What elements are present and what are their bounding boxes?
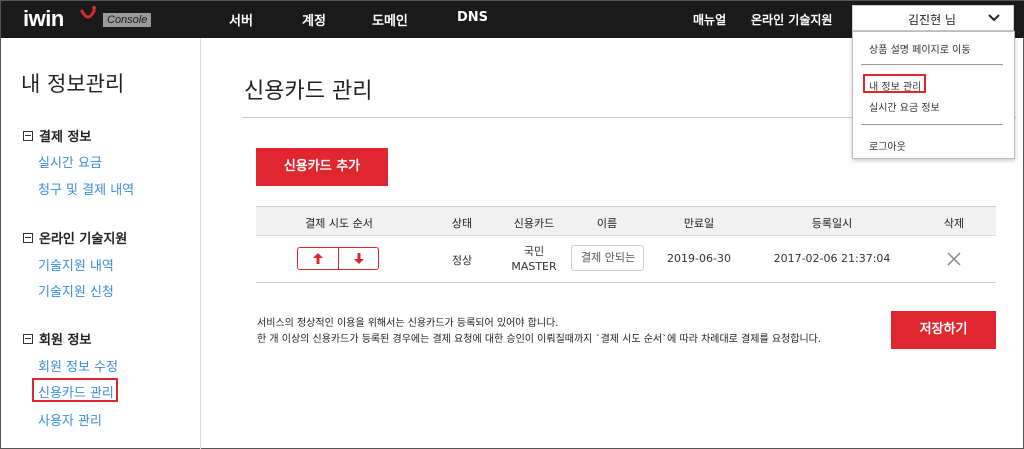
move-up-button[interactable]: [298, 248, 338, 269]
move-down-button[interactable]: [339, 248, 379, 269]
card-registered-at: 2017-02-06 21:37:04: [773, 252, 891, 265]
sidebar-group-member[interactable]: 회원 정보: [23, 329, 91, 348]
card-expiry: 2019-06-30: [667, 252, 731, 265]
nav-account[interactable]: 계정: [302, 10, 326, 29]
collapse-box-icon: [23, 233, 33, 243]
add-card-button[interactable]: 신용카드 추가: [256, 148, 388, 186]
column-header: 등록일시: [811, 217, 853, 230]
card-brand: MASTER: [511, 260, 557, 273]
table-row: 정상 국민 MASTER 결제 안되는 2019-06-30 2017-02-0…: [256, 236, 996, 283]
smile-icon: [80, 6, 96, 19]
sidebar-item-support-request[interactable]: 기술지원 신청: [38, 281, 114, 300]
nav-server[interactable]: 서버: [229, 10, 253, 29]
notice-text: 한 개 이상의 신용카드가 등록된 경우에는 결제 요청에 대한 승인이 이뤄질…: [257, 334, 822, 345]
dropdown-item-product-page[interactable]: 상품 설명 페이지로 이동: [869, 41, 971, 56]
arrow-down-icon: [354, 253, 364, 264]
nav-domain[interactable]: 도메인: [372, 10, 408, 29]
nav-manual[interactable]: 매뉴얼: [693, 11, 726, 28]
column-header: 삭제: [943, 217, 965, 230]
card-status: 정상: [451, 254, 473, 267]
dropdown-item-my-info[interactable]: 내 정보 관리: [869, 78, 921, 93]
chevron-down-icon: [988, 14, 1000, 22]
console-badge: Console: [103, 13, 152, 27]
sidebar-item-realtime-fee[interactable]: 실시간 요금: [38, 152, 102, 171]
table-header: 결제 시도 순서 상태 신용카드 이름 만료일 등록일시 삭제: [256, 206, 996, 236]
sidebar-group-support[interactable]: 온라인 기술지원: [23, 228, 127, 247]
column-header: 결제 시도 순서: [305, 217, 373, 230]
account-name: 김진현 님: [908, 13, 956, 27]
collapse-box-icon: [23, 131, 33, 141]
nav-online-support[interactable]: 온라인 기술지원: [751, 11, 832, 28]
sidebar-title: 내 정보관리: [21, 72, 125, 96]
account-menu-button[interactable]: 김진현 님: [852, 5, 1014, 31]
dropdown-item-logout[interactable]: 로그아웃: [869, 138, 906, 153]
card-issuer: 국민: [523, 245, 545, 258]
dropdown-item-realtime-fee[interactable]: 실시간 요금 정보: [869, 99, 940, 114]
save-button[interactable]: 저장하기: [891, 311, 996, 349]
sidebar-item-billing-history[interactable]: 청구 및 결제 내역: [38, 179, 134, 198]
column-header: 이름: [596, 217, 618, 230]
sidebar: 내 정보관리 결제 정보 실시간 요금 청구 및 결제 내역 온라인 기술지원 …: [1, 38, 201, 449]
collapse-box-icon: [23, 334, 33, 344]
arrow-up-icon: [313, 253, 323, 264]
order-controls: [297, 247, 379, 270]
sidebar-item-support-history[interactable]: 기술지원 내역: [38, 255, 114, 274]
sidebar-item-users[interactable]: 사용자 관리: [38, 410, 102, 429]
nav-dns[interactable]: DNS: [457, 10, 488, 25]
brand-logo[interactable]: iwin: [23, 6, 64, 32]
close-icon[interactable]: [946, 251, 962, 267]
account-dropdown: 상품 설명 페이지로 이동 내 정보 관리 실시간 요금 정보 로그아웃: [852, 31, 1015, 159]
dropdown-divider: [861, 64, 1003, 65]
column-header: 신용카드: [513, 217, 555, 230]
sidebar-item-credit-card[interactable]: 신용카드 관리: [38, 382, 114, 401]
card-name-field[interactable]: 결제 안되는: [571, 245, 644, 271]
notice-text: 서비스의 정상적인 이용을 위해서는 신용카드가 등록되어 있어야 합니다.: [257, 318, 559, 329]
page-title: 신용카드 관리: [244, 79, 373, 104]
column-header: 상태: [451, 217, 473, 230]
sidebar-group-billing[interactable]: 결제 정보: [23, 126, 91, 145]
dropdown-divider: [861, 124, 1003, 125]
column-header: 만료일: [683, 217, 715, 230]
sidebar-item-edit-member[interactable]: 회원 정보 수정: [38, 356, 118, 375]
